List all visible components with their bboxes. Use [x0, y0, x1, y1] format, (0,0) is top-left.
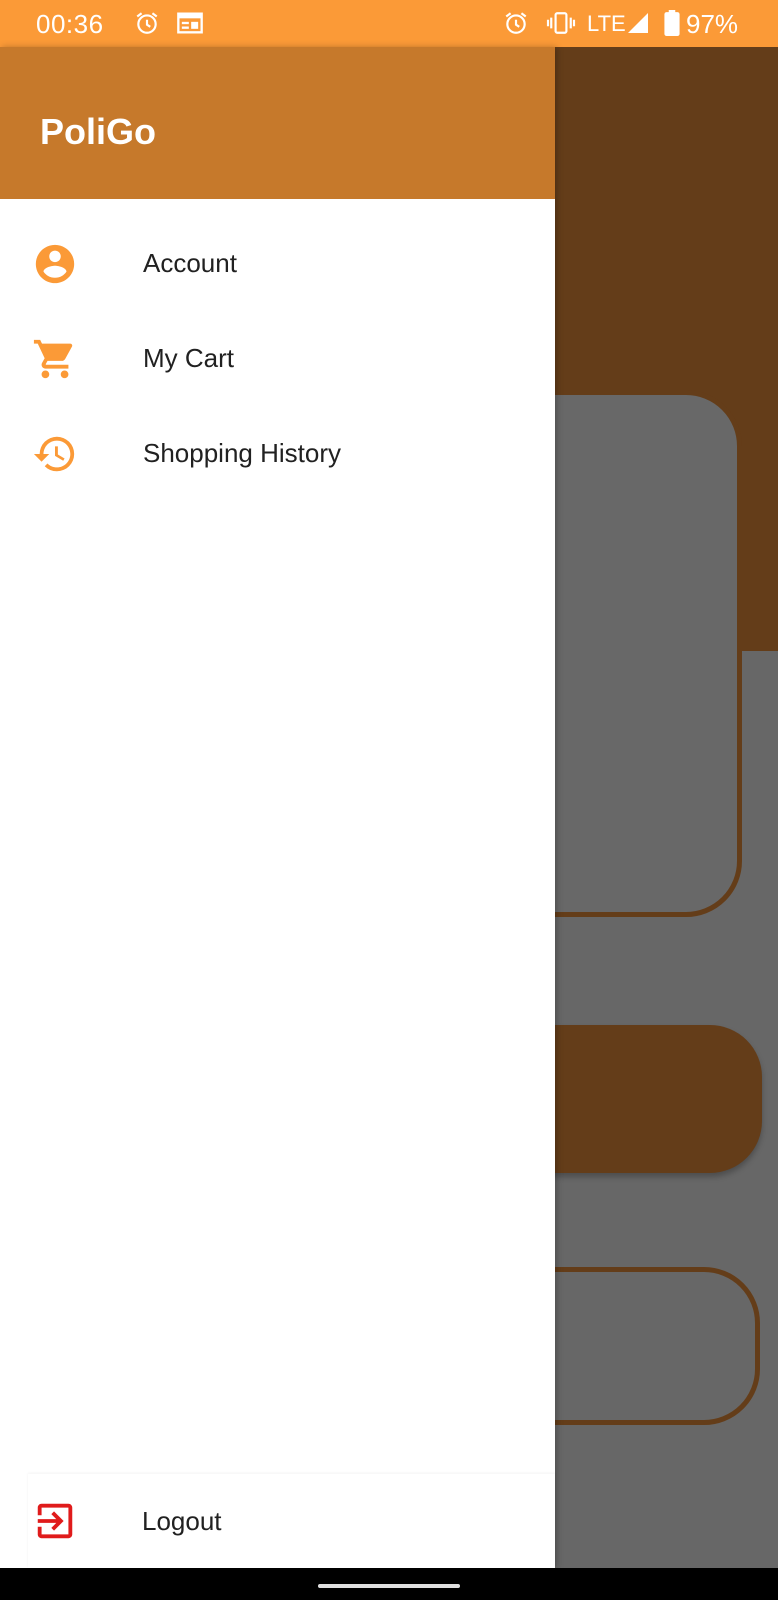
background-card — [555, 390, 742, 917]
account-circle-icon — [35, 244, 75, 284]
alarm-icon — [505, 12, 527, 34]
background-button — [555, 1025, 762, 1173]
signal-icon — [628, 13, 648, 33]
cart-icon — [33, 339, 73, 379]
alarm-icon — [136, 12, 158, 34]
calendar-icon — [177, 12, 203, 34]
history-icon — [33, 436, 75, 472]
menu-item-my-cart[interactable]: My Cart — [0, 314, 555, 404]
logout-button[interactable]: Logout — [28, 1474, 555, 1568]
menu-item-account[interactable]: Account — [0, 219, 555, 309]
vibrate-icon — [546, 12, 576, 34]
background-app-scrim[interactable] — [555, 47, 778, 1568]
system-nav-bar — [0, 1568, 778, 1600]
battery-icon — [664, 10, 680, 36]
exit-icon — [37, 1503, 73, 1539]
status-bar: 00:36 LTE 97% — [0, 0, 778, 47]
drawer-header: PoliGo — [0, 47, 555, 199]
network-type: LTE — [587, 11, 626, 36]
menu-item-label: Account — [143, 248, 237, 278]
battery-percent: 97% — [686, 9, 739, 39]
menu-item-shopping-history[interactable]: Shopping History — [0, 409, 555, 499]
status-time: 00:36 — [36, 9, 104, 39]
app-title: PoliGo — [40, 111, 156, 152]
navigation-drawer: PoliGo Account My Cart Shopping History … — [0, 47, 555, 1568]
home-gesture-handle[interactable] — [318, 1584, 460, 1588]
background-outline-button — [555, 1267, 760, 1425]
logout-label: Logout — [142, 1506, 222, 1536]
menu-item-label: Shopping History — [143, 438, 341, 468]
menu-item-label: My Cart — [143, 343, 234, 373]
